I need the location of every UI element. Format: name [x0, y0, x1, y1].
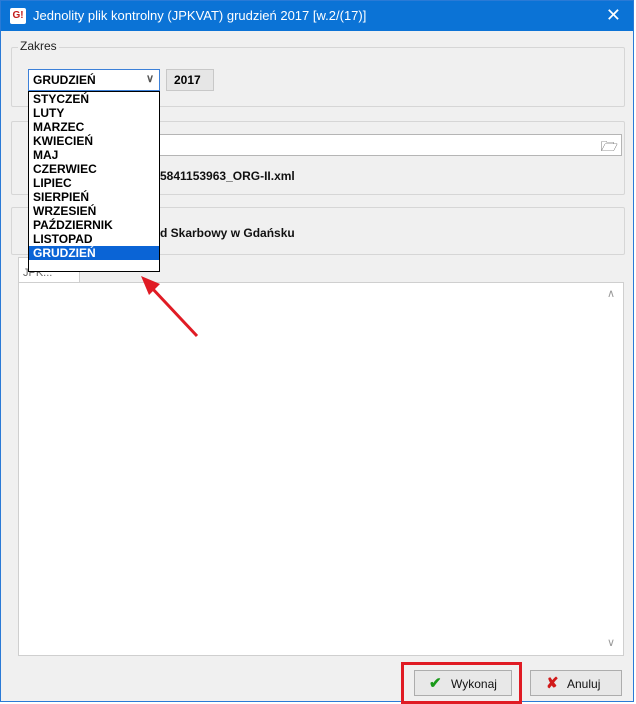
month-option[interactable]: LISTOPAD [29, 232, 159, 246]
month-option[interactable]: MAJ [29, 148, 159, 162]
month-option[interactable]: SIERPIEŃ [29, 190, 159, 204]
month-dropdown-list[interactable]: STYCZEŃ LUTY MARZEC KWIECIEŃ MAJ CZERWIE… [28, 91, 160, 272]
arrow-shaft [149, 285, 199, 338]
month-option[interactable]: LUTY [29, 106, 159, 120]
month-option[interactable]: CZERWIEC [29, 162, 159, 176]
month-option[interactable]: PAŹDZIERNIK [29, 218, 159, 232]
month-option[interactable]: WRZESIEŃ [29, 204, 159, 218]
month-option[interactable]: MARZEC [29, 120, 159, 134]
month-option-selected[interactable]: GRUDZIEŃ [29, 246, 159, 260]
month-option[interactable]: KWIECIEŃ [29, 134, 159, 148]
month-option[interactable]: LIPIEC [29, 176, 159, 190]
month-option[interactable]: STYCZEŃ [29, 92, 159, 106]
